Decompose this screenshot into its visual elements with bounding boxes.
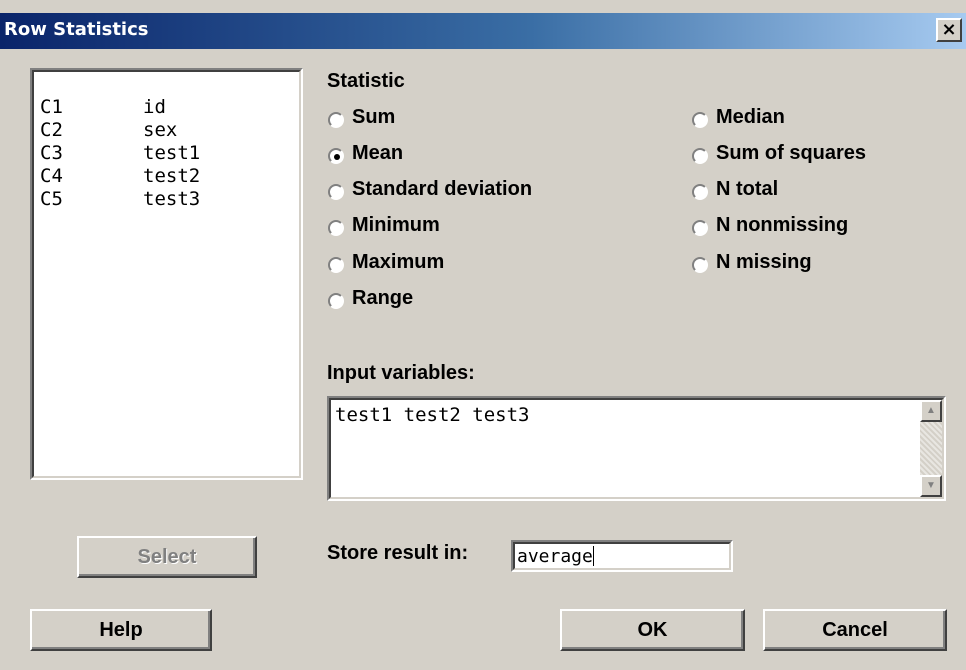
- statistic-label: Statistic: [327, 70, 405, 92]
- variable-item-c1[interactable]: C1 id: [40, 74, 166, 118]
- variable-listbox[interactable]: C1 id C2 sex C3 test1 C4 test2 C5 test3: [30, 68, 303, 480]
- radio-circle-icon: [328, 257, 344, 273]
- radio-circle-icon: [692, 220, 708, 236]
- radio-circle-icon: [692, 184, 708, 200]
- cancel-button[interactable]: Cancel: [763, 609, 947, 651]
- radio-circle-icon: [328, 220, 344, 236]
- radio-circle-icon: [692, 148, 708, 164]
- store-result-field[interactable]: average: [511, 540, 733, 572]
- arrow-down-icon: ▼: [926, 480, 936, 491]
- scroll-up-button[interactable]: ▲: [920, 400, 942, 422]
- input-variables-field[interactable]: test1 test2 test3 ▲ ▼: [327, 396, 946, 501]
- radio-checked-icon: [328, 148, 344, 164]
- select-button[interactable]: Select: [77, 536, 257, 578]
- close-button[interactable]: ×: [936, 18, 962, 42]
- arrow-up-icon: ▲: [926, 405, 936, 416]
- input-variables-scrollbar[interactable]: ▲ ▼: [920, 400, 942, 497]
- radio-circle-icon: [692, 257, 708, 273]
- scroll-down-button[interactable]: ▼: [920, 475, 942, 497]
- title-bar: Row Statistics ×: [0, 13, 966, 49]
- radio-circle-icon: [328, 293, 344, 309]
- variable-item-c5[interactable]: C5 test3: [40, 166, 200, 210]
- variable-item-c3[interactable]: C3 test1: [40, 120, 200, 164]
- radio-circle-icon: [692, 112, 708, 128]
- close-icon: ×: [941, 19, 957, 40]
- text-caret: [592, 546, 594, 566]
- variable-item-c4[interactable]: C4 test2: [40, 143, 200, 187]
- store-result-value: average: [517, 546, 593, 567]
- variable-item-c2[interactable]: C2 sex: [40, 97, 177, 141]
- radio-circle-icon: [328, 184, 344, 200]
- input-variables-value: test1 test2 test3: [335, 404, 530, 426]
- dialog-title: Row Statistics: [4, 19, 149, 40]
- ok-button[interactable]: OK: [560, 609, 745, 651]
- help-button[interactable]: Help: [30, 609, 212, 651]
- radio-circle-icon: [328, 112, 344, 128]
- row-statistics-dialog: Row Statistics × C1 id C2 sex C3 test1 C4 te…: [0, 0, 966, 670]
- input-variables-label: Input variables:: [327, 362, 475, 384]
- store-result-label: Store result in:: [327, 542, 469, 564]
